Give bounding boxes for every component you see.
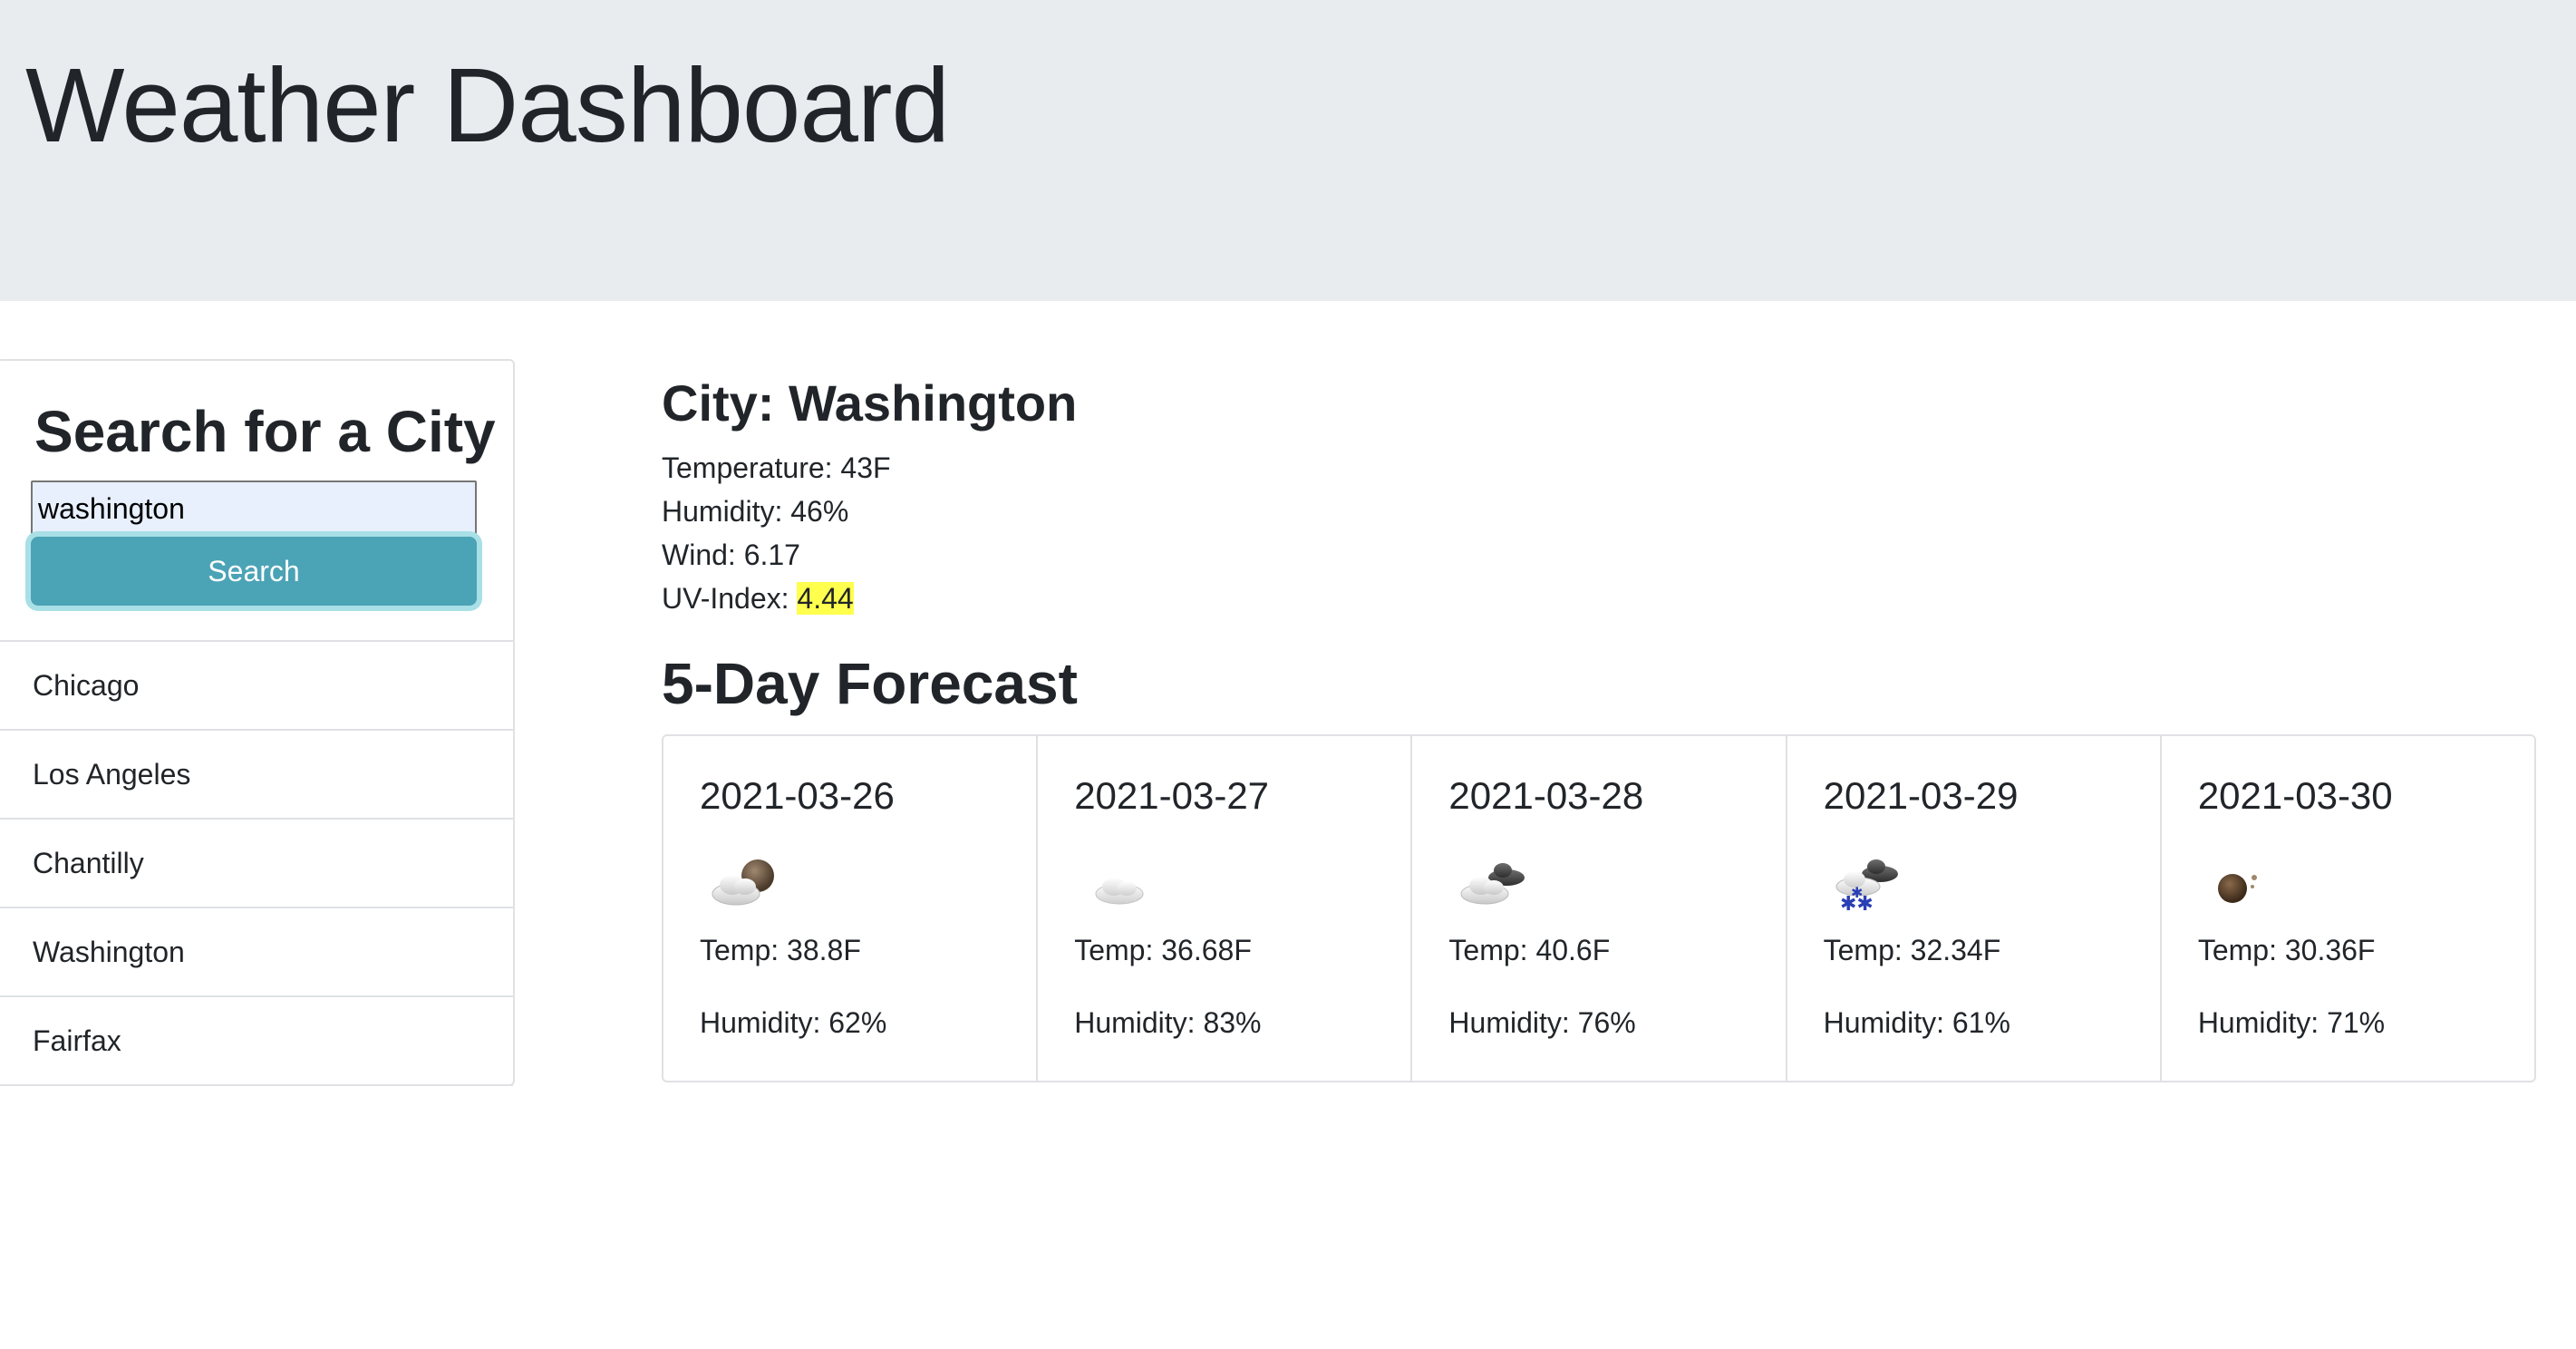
current-weather: City: Washington Temperature: 43F Humidi…: [662, 375, 1077, 620]
current-humidity: Humidity: 46%: [662, 494, 849, 528]
uv-index-value: 4.44: [797, 581, 854, 615]
forecast-date: 2021-03-28: [1448, 774, 1644, 817]
forecast-temp: Temp: 30.36F: [2197, 934, 2376, 966]
city-search-input[interactable]: [31, 480, 477, 537]
forecast-card: 2021-03-27 Temp: 36.68F Humidity: 83%: [1038, 736, 1413, 1081]
cloud-icon: [1095, 878, 1144, 905]
history-item-chantilly[interactable]: Chantilly: [0, 820, 513, 908]
forecast-cards: 2021-03-26 Temp: 38.8F Humidity: 62% 202…: [662, 734, 2536, 1082]
forecast-date: 2021-03-26: [700, 774, 895, 817]
broken-clouds-icon: [1460, 863, 1525, 905]
uv-index-label: UV-Index:: [662, 581, 798, 615]
forecast-humidity: Humidity: 83%: [1074, 1006, 1262, 1039]
forecast-humidity: Humidity: 62%: [700, 1006, 887, 1039]
forecast-humidity: Humidity: 71%: [2197, 1006, 2386, 1039]
page-title: Weather Dashboard: [25, 46, 950, 164]
snow-icon: ✱✱ ✱: [1835, 859, 1898, 914]
history-item-washington[interactable]: Washington: [0, 908, 513, 997]
forecast-card: 2021-03-29 ✱✱ ✱ Temp: 32.34F Humidity: 6…: [1787, 736, 2162, 1081]
search-panel: Search for a City Search Chicago Los Ang…: [0, 359, 515, 1086]
forecast-temp: Temp: 36.68F: [1074, 934, 1252, 966]
svg-text:✱: ✱: [1851, 884, 1863, 901]
current-city-name: City: Washington: [662, 374, 1078, 432]
forecast-date: 2021-03-29: [1823, 774, 2019, 817]
forecast-card: 2021-03-28 Temp: 40.6F Humidity: 76%: [1412, 736, 1787, 1081]
history-item-fairfax[interactable]: Fairfax: [0, 997, 513, 1086]
forecast-card: 2021-03-30 Temp: 30.36F Humidity: 71%: [2162, 736, 2534, 1081]
partly-cloudy-night-icon: [712, 859, 774, 906]
search-heading: Search for a City: [34, 399, 496, 464]
forecast-humidity: Humidity: 76%: [1448, 1006, 1636, 1039]
current-wind: Wind: 6.17: [662, 538, 800, 571]
current-uv-index: UV-Index: 4.44: [662, 577, 1077, 620]
header-banner: Weather Dashboard: [0, 0, 2576, 301]
forecast-humidity: Humidity: 61%: [1823, 1006, 2010, 1039]
clear-night-icon: [2217, 874, 2257, 903]
current-temperature: Temperature: 43F: [662, 451, 891, 484]
forecast-date: 2021-03-30: [2197, 774, 2393, 817]
forecast-card: 2021-03-26 Temp: 38.8F Humidity: 62%: [663, 736, 1039, 1081]
forecast-temp: Temp: 40.6F: [1448, 934, 1611, 966]
history-item-chicago[interactable]: Chicago: [0, 642, 513, 731]
forecast-temp: Temp: 38.8F: [700, 934, 861, 966]
search-button[interactable]: Search: [31, 537, 477, 606]
forecast-temp: Temp: 32.34F: [1823, 934, 2001, 966]
search-history-list: Chicago Los Angeles Chantilly Washington…: [0, 640, 513, 1086]
history-item-los-angeles[interactable]: Los Angeles: [0, 731, 513, 820]
forecast-title: 5-Day Forecast: [662, 651, 1078, 716]
forecast-date: 2021-03-27: [1074, 774, 1270, 817]
